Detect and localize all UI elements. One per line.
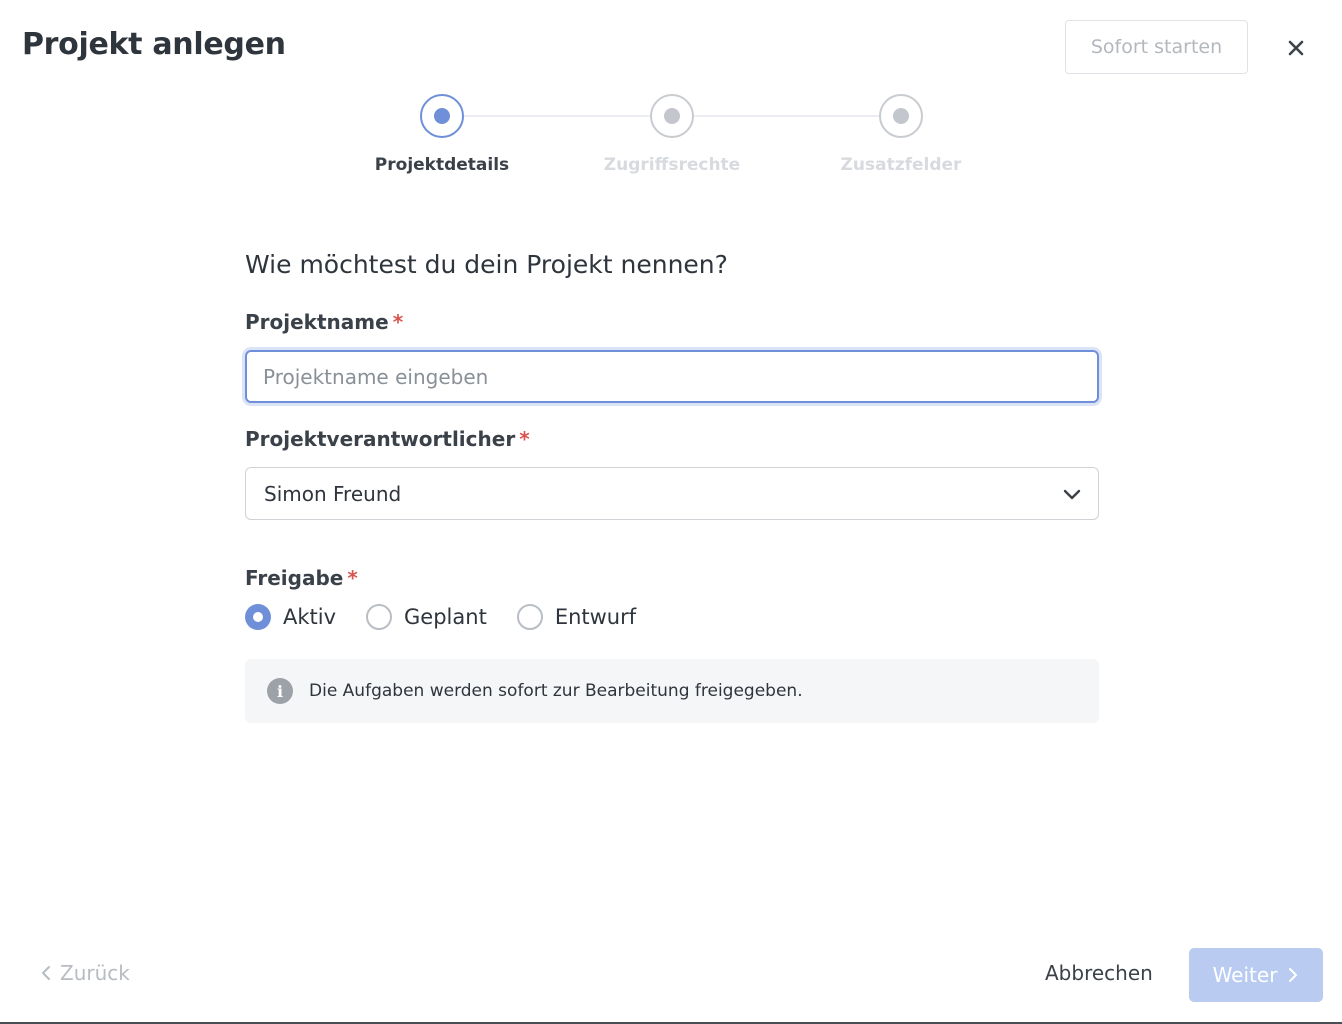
step-projektdetails[interactable]: Projektdetails — [342, 94, 542, 175]
project-name-input[interactable] — [245, 350, 1099, 403]
info-box: i Die Aufgaben werden sofort zur Bearbei… — [245, 659, 1099, 723]
radio-button[interactable] — [516, 604, 543, 630]
info-text: Die Aufgaben werden sofort zur Bearbeitu… — [309, 681, 803, 701]
label-text: Projektverantwortlicher — [245, 427, 516, 451]
step-indicator — [650, 94, 694, 138]
stepper: Projektdetails Zugriffsrechte Zusatzfeld… — [0, 94, 1342, 194]
chevron-down-icon — [1063, 489, 1081, 500]
label-text: Freigabe — [245, 566, 344, 590]
chevron-right-icon — [1289, 968, 1298, 982]
cancel-button[interactable]: Abbrechen — [1045, 961, 1153, 985]
release-radio-group: Aktiv Geplant Entwurf — [245, 604, 666, 630]
back-label: Zurück — [60, 961, 130, 985]
project-name-label: Projektname * — [245, 310, 403, 334]
step-zugriffsrechte[interactable]: Zugriffsrechte — [572, 94, 772, 175]
radio-label: Aktiv — [283, 605, 337, 629]
radio-label: Geplant — [404, 605, 487, 629]
project-owner-select[interactable]: Simon Freund — [245, 467, 1099, 520]
radio-label: Entwurf — [554, 605, 637, 629]
close-icon — [1288, 40, 1304, 56]
required-marker: * — [392, 310, 404, 334]
select-value: Simon Freund — [264, 481, 402, 506]
release-label: Freigabe * — [245, 566, 358, 590]
chevron-left-icon — [42, 966, 50, 980]
back-button[interactable]: Zurück — [40, 961, 130, 985]
dialog-title: Projekt anlegen — [22, 27, 286, 62]
label-text: Projektname — [245, 310, 389, 334]
radio-entwurf[interactable]: Entwurf — [516, 604, 637, 630]
required-marker: * — [347, 566, 358, 590]
required-marker: * — [519, 427, 530, 451]
step-indicator — [879, 94, 923, 138]
step-label: Zusatzfelder — [840, 155, 962, 175]
start-immediately-button[interactable]: Sofort starten — [1065, 20, 1248, 74]
step-indicator — [420, 94, 464, 138]
radio-button[interactable] — [245, 604, 271, 630]
radio-aktiv[interactable]: Aktiv — [245, 604, 336, 630]
next-button[interactable]: Weiter — [1189, 948, 1323, 1002]
step-zusatzfelder[interactable]: Zusatzfelder — [801, 94, 1001, 175]
form-question: Wie möchtest du dein Projekt nennen? — [245, 250, 728, 279]
info-icon: i — [267, 678, 293, 704]
project-owner-label: Projektverantwortlicher * — [245, 427, 530, 451]
next-label: Weiter — [1212, 963, 1278, 987]
close-button[interactable] — [1280, 32, 1312, 64]
step-label: Zugriffsrechte — [603, 155, 741, 175]
radio-geplant[interactable]: Geplant — [366, 604, 487, 630]
radio-button[interactable] — [366, 604, 393, 630]
step-label: Projektdetails — [374, 155, 510, 175]
